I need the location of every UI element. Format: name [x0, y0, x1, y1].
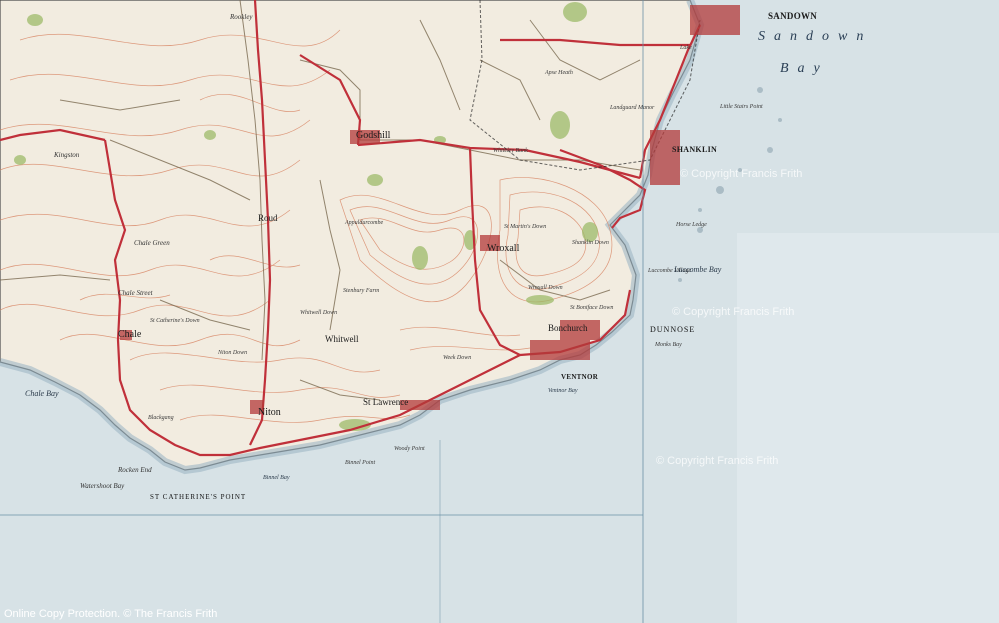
label-wroxall-down: Wroxall Down [528, 285, 563, 291]
label-st-martins-down: St Martin's Down [504, 224, 547, 230]
town-bonchurch: Bonchurch [548, 323, 588, 333]
town-whitwell: Whitwell [325, 334, 359, 344]
point-little-stairs: Little Stairs Point [720, 104, 763, 110]
label-appuldurcombe: Appuldurcombe [345, 220, 384, 226]
town-shanklin: SHANKLIN [672, 145, 718, 154]
map-canvas[interactable]: Sandown Bay SANDOWN SHANKLIN VENTNOR God… [0, 0, 999, 623]
label-stenbury-farm: Stenbury Farm [343, 288, 380, 294]
label-kingston: Kingston [54, 151, 80, 159]
watermark-3: © Copyright Francis Frith [656, 455, 779, 467]
label-st-boniface-down: St Boniface Down [570, 305, 614, 311]
bay-binnel: Binnel Bay [263, 475, 290, 481]
label-chale-green: Chale Green [134, 239, 170, 247]
label-shanklin-down: Shanklin Down [572, 240, 609, 246]
town-niton: Niton [258, 407, 281, 418]
bay-chale: Chale Bay [25, 389, 59, 398]
label-monks-bay: Monks Bay [655, 342, 682, 348]
label-landguard-manor: Landguard Manor [610, 105, 655, 111]
label-binnel-point: Binnel Point [345, 460, 376, 466]
label-apse-heath: Apse Heath [545, 70, 573, 76]
label-rocken-end: Rocken End [118, 466, 152, 474]
label-lake: Lake [680, 45, 692, 51]
town-ventnor: VENTNOR [561, 373, 599, 381]
point-dunnose: DUNNOSE [650, 325, 696, 334]
label-chale-street: Chale Street [118, 289, 153, 297]
label-st-catherines-down: St Catherine's Down [150, 318, 200, 324]
point-horse-ledge: Horse Ledge [676, 222, 707, 228]
watermark-2: © Copyright Francis Frith [672, 306, 795, 318]
label-blackgang: Blackgang [148, 415, 174, 421]
label-whitwell-down: Whitwell Down [300, 310, 338, 316]
copyright-bar: Online Copy Protection. © The Francis Fr… [4, 608, 218, 620]
label-woody-point: Woody Point [394, 446, 425, 452]
sea-label-sandown: Sandown [758, 29, 873, 44]
label-whiteley-bank: Whiteley Bank [493, 148, 528, 154]
watermark-1: © Copyright Francis Frith [680, 168, 803, 180]
point-st-catherines: ST CATHERINE'S POINT [150, 493, 247, 501]
town-chale: Chale [118, 329, 142, 340]
bay-luccombe: Luccombe Bay [674, 265, 722, 274]
label-rookley: Rookley [230, 13, 253, 21]
sea-label-bay: Bay [780, 61, 829, 76]
label-watershoot-bay: Watershoot Bay [80, 482, 125, 490]
town-sandown: SANDOWN [768, 11, 818, 21]
town-godshill: Godshill [356, 130, 391, 141]
bay-ventnor: Ventnor Bay [548, 388, 578, 394]
town-st-lawrence: St Lawrence [363, 397, 409, 407]
blank-tile-panel [737, 233, 999, 623]
label-week-down: Week Down [443, 355, 472, 361]
label-niton-down: Niton Down [218, 350, 248, 356]
town-wroxall: Wroxall [487, 243, 520, 254]
label-roud: Roud [258, 213, 278, 223]
